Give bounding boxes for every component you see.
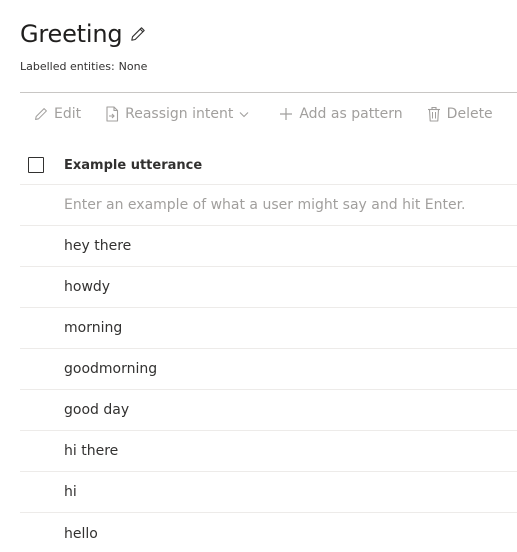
table-row[interactable]: hi there [20,431,517,472]
utterance-text: goodmorning [64,361,158,377]
trash-icon [427,106,441,122]
new-utterance-input[interactable] [64,197,504,213]
pencil-icon [34,107,48,121]
command-bar: Edit Reassign intent Add as pattern Dele… [20,92,517,134]
grid-header: Example utterance [20,146,517,185]
add-as-pattern-button[interactable]: Add as pattern [271,98,410,130]
table-row[interactable]: morning [20,308,517,349]
table-row[interactable]: hey there [20,226,517,267]
pencil-icon[interactable] [130,26,146,42]
table-row[interactable]: hi [20,472,517,513]
labelled-entities-summary: Labelled entities: None [20,60,147,73]
plus-icon [279,107,293,121]
table-row[interactable]: good day [20,390,517,431]
reassign-intent-button[interactable]: Reassign intent [97,98,257,130]
table-row[interactable]: howdy [20,267,517,308]
reassign-intent-label: Reassign intent [125,105,234,122]
select-all-checkbox[interactable] [28,157,44,173]
table-row[interactable]: hello [20,513,517,552]
table-row[interactable]: goodmorning [20,349,517,390]
utterance-text: hey there [64,238,132,254]
utterances-grid: Example utterance hey there howdy mornin… [20,146,517,552]
intent-details-page: Greeting Labelled entities: None Edit Re… [0,0,517,552]
page-title: Greeting [20,20,123,48]
utterance-text: howdy [64,279,111,295]
labelled-entities-label: Labelled entities: [20,60,115,73]
column-header-example-utterance: Example utterance [64,157,203,173]
delete-button[interactable]: Delete [419,98,501,130]
utterance-text: morning [64,320,123,336]
delete-button-label: Delete [446,105,493,122]
chevron-down-icon [239,109,249,119]
add-as-pattern-label: Add as pattern [299,105,403,122]
utterance-text: good day [64,402,130,418]
utterance-text: hi there [64,443,119,459]
new-utterance-row [20,185,517,226]
edit-button-label: Edit [54,105,82,122]
title-row: Greeting [20,18,146,50]
edit-button[interactable]: Edit [26,98,89,130]
utterance-text: hi [64,484,77,500]
reassign-document-icon [105,105,119,122]
labelled-entities-value: None [118,60,148,73]
utterance-text: hello [64,525,98,542]
